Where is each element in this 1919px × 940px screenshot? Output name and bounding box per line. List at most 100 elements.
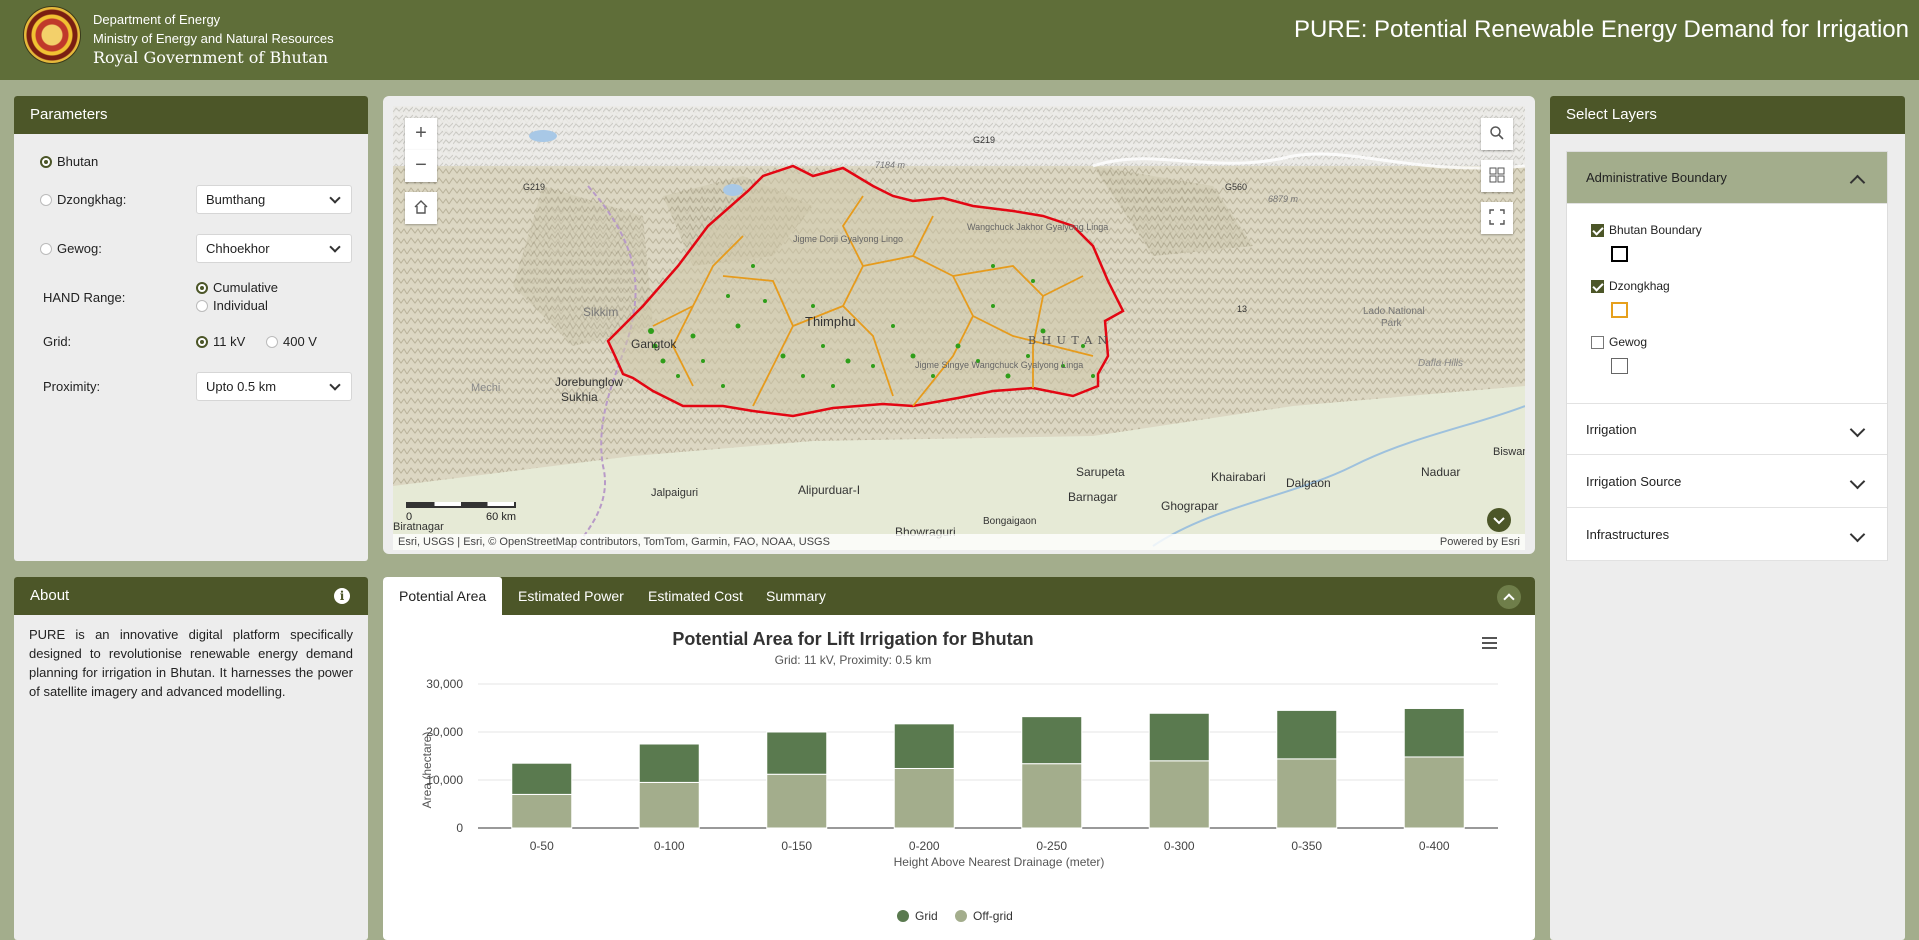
bar-off-grid-0-50[interactable] [511,793,573,829]
irrigation-label: Irrigation [1586,422,1637,437]
bar-grid-0-50[interactable] [511,762,573,795]
layer-dzongkhag[interactable]: Dzongkhag [1591,279,1670,293]
tab-estimated-power[interactable]: Estimated Power [502,577,640,615]
dzongkhag-layer-label: Dzongkhag [1609,279,1670,293]
hand-cumulative-option[interactable]: Cumulative [196,280,278,295]
powered-by-esri[interactable]: Powered by Esri [1440,534,1520,550]
bar-grid-0-300[interactable] [1148,712,1210,762]
bar-off-grid-0-200[interactable] [893,767,955,829]
fullscreen-button[interactable] [1481,202,1513,234]
hand-individual-option[interactable]: Individual [196,298,268,313]
search-button[interactable] [1481,118,1513,150]
hand-cumulative-radio[interactable] [196,281,208,294]
home-button[interactable] [405,192,437,224]
layer-gewog[interactable]: Gewog [1591,335,1647,349]
map-view[interactable]: B H U T A N Thimphu Gangtok Sikkim Joreb… [393,106,1525,550]
hand-individual-radio[interactable] [196,299,208,312]
gewog-select-value: Chhoekhor [206,241,270,256]
zoom-in-button[interactable]: + [405,118,437,150]
accordion-irrigation-source[interactable]: Irrigation Source [1567,456,1887,508]
map-label-bhutan: B H U T A N [1028,334,1108,347]
potential-area-chart: Potential Area for Lift Irrigation for B… [420,629,1498,923]
elevation-6879: 6879 m [1268,194,1299,204]
map-label-sukhia: Sukhia [561,390,598,404]
grid-label: Grid: [43,334,72,349]
tab-estimated-cost[interactable]: Estimated Cost [632,577,759,615]
bhutan-boundary-swatch [1611,246,1628,262]
collapse-panel-button[interactable] [1497,585,1521,609]
bhutan-radio[interactable] [40,155,52,168]
infrastructures-label: Infrastructures [1586,527,1670,542]
tab-summary[interactable]: Summary [750,577,842,615]
map-label-gangtok: Gangtok [631,337,677,351]
dzongkhag-radio[interactable] [40,193,52,206]
fullscreen-icon [1489,209,1505,225]
layer-bhutan-boundary[interactable]: Bhutan Boundary [1591,223,1702,237]
grid-400v-option[interactable]: 400 V [266,334,317,349]
home-icon [414,200,428,214]
gewog-radio[interactable] [40,242,52,255]
legend-label-off-grid[interactable]: Off-grid [973,909,1013,923]
gewog-label: Gewog: [57,241,102,256]
map-label-khairabari: Khairabari [1211,470,1266,484]
dzongkhag-option[interactable]: Dzongkhag: [40,192,126,207]
basemap-gallery-button[interactable] [1481,160,1513,192]
irrigation-source-label: Irrigation Source [1586,474,1682,489]
accordion-infrastructures[interactable]: Infrastructures [1567,509,1887,561]
gewog-checkbox[interactable] [1591,335,1604,349]
bar-off-grid-0-300[interactable] [1148,760,1210,829]
zoom-out-button[interactable]: − [405,150,437,182]
gewog-option[interactable]: Gewog: [40,241,102,256]
map-label-naduar: Naduar [1421,465,1460,479]
bar-grid-0-250[interactable] [1021,716,1083,765]
proximity-select[interactable]: Upto 0.5 km [196,372,352,401]
tab-potential-area[interactable]: Potential Area [383,577,503,615]
bar-grid-0-350[interactable] [1276,709,1338,760]
info-icon[interactable]: i [334,588,350,604]
chevron-down-icon [1849,473,1866,490]
bar-off-grid-0-250[interactable] [1021,763,1083,829]
chevron-up-icon [1849,174,1866,191]
chart-gridlines [478,683,1498,829]
bar-off-grid-0-400[interactable] [1403,756,1465,829]
grid-11kv-label: 11 kV [213,334,246,349]
map-label-lado: Lado National [1363,306,1425,317]
x-tick-label: 0-150 [781,839,812,853]
accordion-irrigation[interactable]: Irrigation [1567,403,1887,455]
grid-icon [1489,167,1505,183]
legend-marker [897,910,909,922]
chart-panel: Potential Area Estimated Power Estimated… [383,577,1535,940]
bar-grid-0-200[interactable] [893,723,955,769]
gewog-swatch [1611,358,1628,374]
bar-grid-0-400[interactable] [1403,707,1465,758]
bar-off-grid-0-150[interactable] [766,773,828,829]
proximity-label: Proximity: [43,379,101,394]
legend-label-grid[interactable]: Grid [915,909,938,923]
map-expand-button[interactable] [1487,508,1511,532]
grid-11kv-radio[interactable] [196,335,208,348]
bar-grid-0-150[interactable] [766,731,828,775]
org-department: Department of Energy [93,12,221,27]
bar-off-grid-0-100[interactable] [638,781,700,829]
chart-menu-icon[interactable] [1482,637,1497,649]
admin-boundary-label: Administrative Boundary [1586,170,1727,185]
bar-off-grid-0-350[interactable] [1276,758,1338,829]
gewog-select[interactable]: Chhoekhor [196,234,352,263]
chevron-down-icon [329,241,341,253]
accordion-admin-boundary[interactable]: Administrative Boundary [1567,152,1887,204]
app-header: Department of Energy Ministry of Energy … [0,0,1919,80]
grid-400v-radio[interactable] [266,335,278,348]
chevron-down-icon [1849,421,1866,438]
bar-grid-0-100[interactable] [638,743,700,783]
scale-max: 60 km [486,511,516,523]
map-label-thimphu: Thimphu [805,314,856,329]
bhutan-option[interactable]: Bhutan [40,154,98,169]
dzongkhag-select[interactable]: Bumthang [196,185,352,214]
map-label-alipurduar: Alipurduar-I [798,483,860,497]
lake [723,184,743,196]
dzongkhag-checkbox[interactable] [1591,279,1604,293]
road-13: 13 [1237,304,1247,314]
grid-11kv-option[interactable]: 11 kV [196,334,245,349]
bhutan-boundary-checkbox[interactable] [1591,223,1604,237]
map-label-park: Park [1381,318,1403,329]
